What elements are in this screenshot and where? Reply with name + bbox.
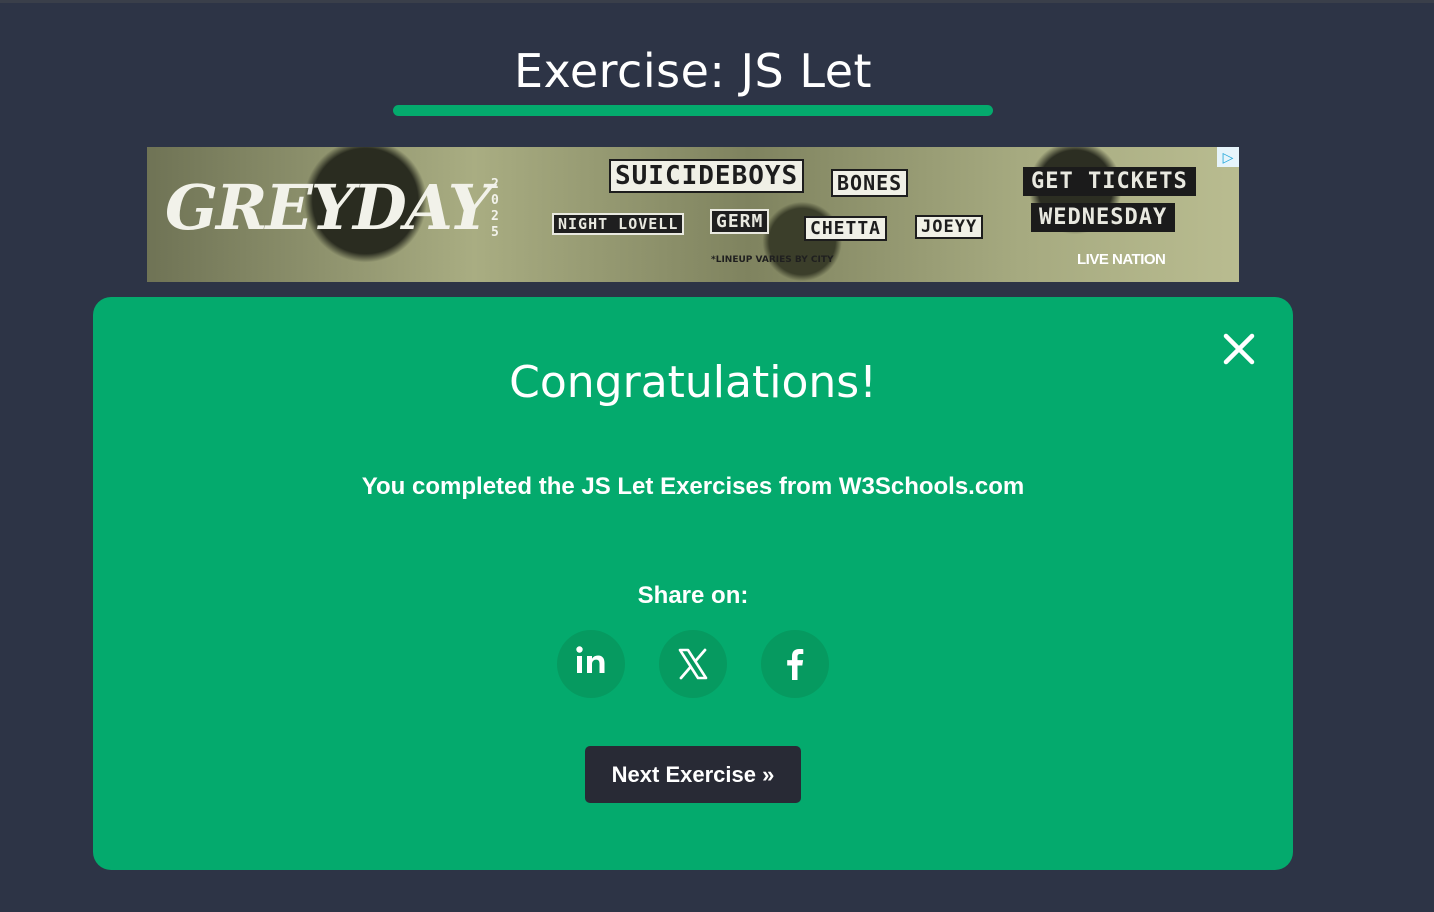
modal-heading: Congratulations!: [509, 357, 877, 408]
ad-artist: CHETTA: [804, 216, 888, 241]
ad-artist: GERM: [710, 209, 770, 234]
adchoices-icon[interactable]: ▷: [1217, 147, 1239, 167]
completion-message: You completed the JS Let Exercises from …: [361, 473, 1025, 500]
ad-brand: GREYDAY: [165, 171, 492, 244]
congratulations-modal: Congratulations! You completed the JS Le…: [93, 297, 1293, 870]
share-facebook-button[interactable]: [761, 630, 829, 698]
ad-artist: NIGHT LOVELL: [552, 213, 685, 235]
linkedin-icon: [576, 646, 605, 673]
page-title: Exercise: JS Let: [513, 44, 873, 98]
ad-artist: JOEYY: [915, 215, 984, 239]
share-label: Share on:: [637, 582, 749, 609]
ad-note: *LINEUP VARIES BY CITY: [711, 255, 834, 265]
window-top-border: [0, 0, 1434, 3]
x-icon: [678, 648, 708, 680]
ad-artist: BONES: [831, 169, 909, 197]
facebook-icon: [787, 649, 804, 680]
advertisement-banner[interactable]: GREYDAY 2025 SUICIDEBOYS BONES NIGHT LOV…: [147, 147, 1239, 282]
title-underline: [393, 105, 993, 116]
share-x-button[interactable]: [659, 630, 727, 698]
ad-cta: GET TICKETS: [1023, 167, 1196, 196]
ad-sponsor: LIVE NATION: [1077, 251, 1166, 268]
ad-year: 2025: [491, 177, 499, 240]
next-exercise-button[interactable]: Next Exercise »: [585, 746, 801, 803]
share-linkedin-button[interactable]: [557, 630, 625, 698]
ad-artist: SUICIDEBOYS: [609, 159, 805, 193]
ad-cta-day: WEDNESDAY: [1031, 203, 1176, 232]
